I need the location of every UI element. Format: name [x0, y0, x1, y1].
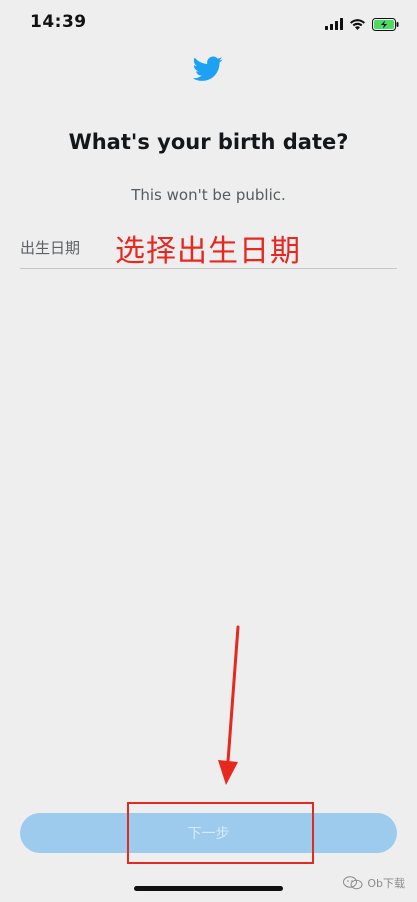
wifi-icon: [350, 19, 365, 30]
annotation-highlight-box: [127, 802, 314, 864]
status-time: 14:39: [30, 12, 87, 32]
twitter-bird-icon: [193, 56, 223, 81]
annotation-arrow-icon: [218, 625, 240, 785]
home-indicator: [134, 886, 283, 891]
page-title: What's your birth date?: [68, 130, 349, 154]
annotation-select-birthdate: 选择出生日期: [115, 234, 301, 269]
birth-date-label: 出生日期: [20, 239, 81, 257]
signal-icon: [325, 18, 343, 30]
watermark-text: Ob下载: [367, 877, 405, 890]
status-bar: 14:39: [0, 0, 417, 48]
page-subtitle: This won't be public.: [131, 186, 286, 204]
battery-charging-icon: [372, 17, 399, 31]
watermark: Ob下载: [343, 875, 405, 891]
wechat-icon: [343, 876, 363, 890]
status-icons: [325, 14, 399, 34]
signup-birthdate-screen: 14:39 What's your birth date? This won't…: [0, 0, 417, 902]
